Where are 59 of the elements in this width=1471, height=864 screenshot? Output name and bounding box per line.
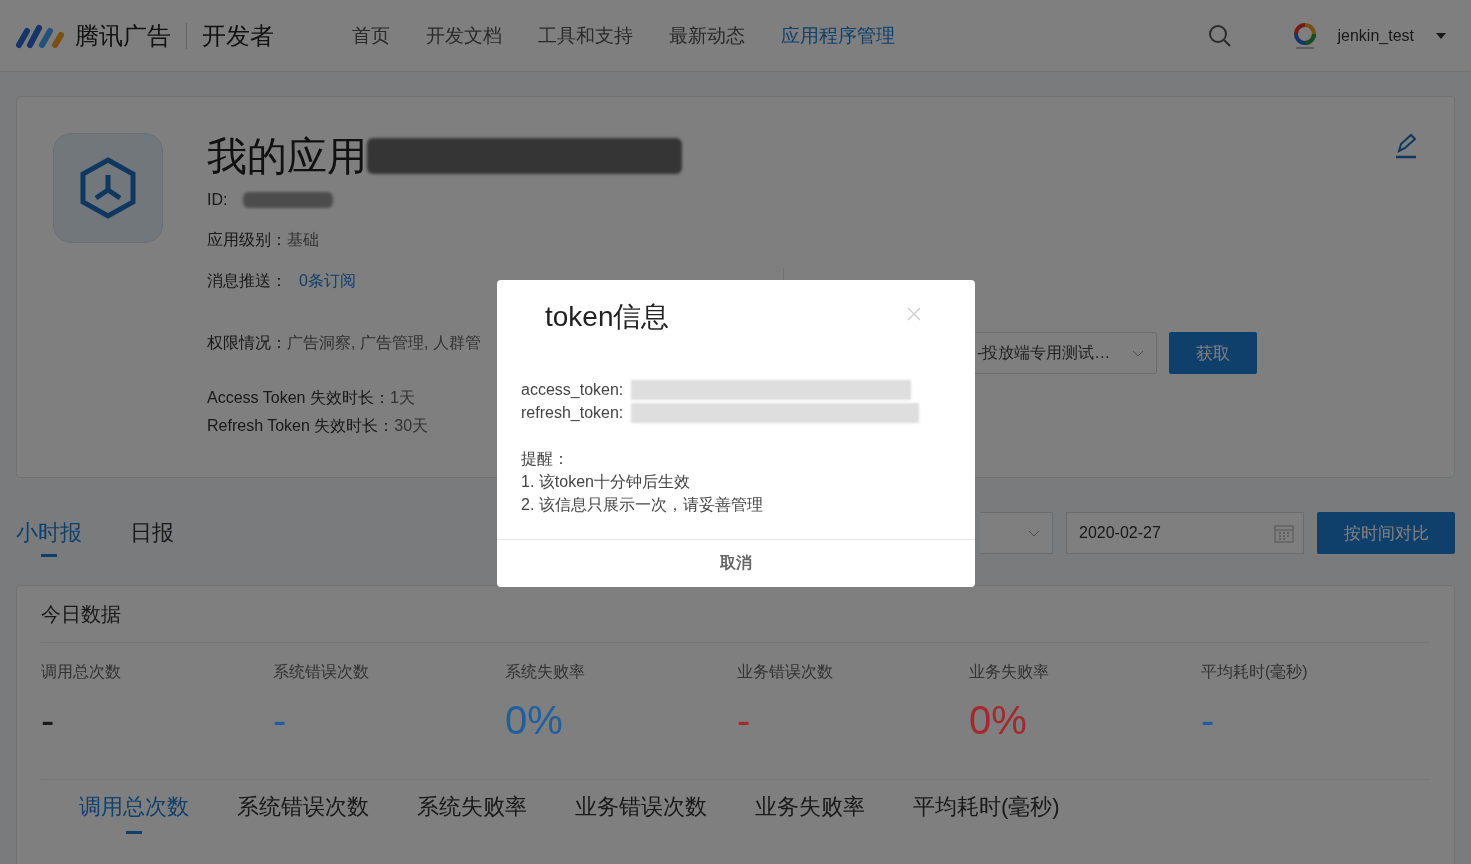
nav-link[interactable]: 应用程序管理 — [781, 22, 895, 49]
id-label: ID: — [207, 190, 228, 210]
stat-value: - — [1201, 697, 1215, 744]
note-line: 提醒： — [521, 449, 569, 469]
stat-value: 0% — [505, 697, 563, 744]
metric-tab[interactable]: 系统错误次数 — [237, 780, 369, 834]
app-title: 我的应用 — [207, 133, 367, 179]
fetch-button[interactable]: 获取 — [1169, 332, 1257, 374]
nav-link[interactable]: 工具和支持 — [538, 22, 633, 49]
stat-label: 平均耗时(毫秒) — [1201, 662, 1308, 682]
field-label: 应用级别： — [207, 230, 287, 250]
chevron-icon — [1028, 529, 1040, 537]
card-title: 今日数据 — [41, 601, 121, 627]
field-value: 1天 — [389, 388, 415, 408]
field-label: 消息推送： — [207, 271, 287, 291]
logo-icon — [15, 22, 65, 49]
cancel-button[interactable]: 取消 — [714, 552, 758, 575]
metric-tab[interactable]: 业务失败率 — [755, 780, 865, 834]
calendar-icon — [1274, 523, 1294, 543]
stat-label: 业务错误次数 — [737, 662, 833, 682]
stat-value: - — [737, 697, 751, 744]
stat-label: 系统失败率 — [505, 662, 585, 682]
stat-value: 0% — [969, 697, 1027, 744]
metric-tab[interactable]: 调用总次数 — [79, 780, 189, 834]
date-field[interactable]: 2020-02-27 — [1066, 512, 1304, 554]
edit-icon[interactable] — [1394, 133, 1418, 159]
field-label: 权限情况： — [207, 333, 287, 353]
chevron-icon — [1132, 349, 1144, 357]
caret-icon[interactable] — [1436, 32, 1446, 39]
token-label: access_token: — [521, 380, 624, 400]
field-value: 30天 — [394, 416, 429, 436]
subscription-link[interactable]: 0条订阅 — [299, 270, 356, 292]
note-line: 1. 该token十分钟后生效 — [521, 472, 690, 492]
stat-value: - — [41, 697, 55, 744]
stat-label: 调用总次数 — [41, 662, 121, 682]
nav-link[interactable]: 开发文档 — [426, 22, 502, 49]
metric-tab[interactable]: 平均耗时(毫秒) — [913, 780, 1060, 834]
hexagon-icon — [80, 157, 136, 219]
nav-link[interactable]: 最新动态 — [669, 22, 745, 49]
note-line: 2. 该信息只展示一次，请妥善管理 — [521, 495, 763, 515]
metric-tab[interactable]: 业务错误次数 — [575, 780, 707, 834]
stat-label: 业务失败率 — [969, 662, 1049, 682]
field-label: Refresh Token 失效时长： — [207, 416, 395, 436]
brand-name: 腾讯广告 — [75, 20, 171, 51]
field-label: Access Token 失效时长： — [207, 388, 390, 408]
report-tab[interactable]: 日报 — [130, 509, 174, 557]
username[interactable]: jenkin_test — [1337, 26, 1414, 45]
stat-value: - — [273, 697, 287, 744]
product-name: 开发者 — [202, 20, 274, 51]
search-icon[interactable] — [1207, 23, 1232, 48]
dialog-title: token信息 — [545, 300, 670, 334]
field-value: 基础 — [287, 230, 319, 250]
compare-button[interactable]: 按时间对比 — [1317, 512, 1455, 554]
report-tab[interactable]: 小时报 — [16, 509, 82, 557]
metric-tab[interactable]: 系统失败率 — [417, 780, 527, 834]
field-value: 广告洞察, 广告管理, 人群管 — [287, 333, 481, 353]
nav-link[interactable]: 首页 — [352, 22, 390, 49]
stat-label: 系统错误次数 — [273, 662, 369, 682]
token-label: refresh_token: — [521, 403, 624, 423]
